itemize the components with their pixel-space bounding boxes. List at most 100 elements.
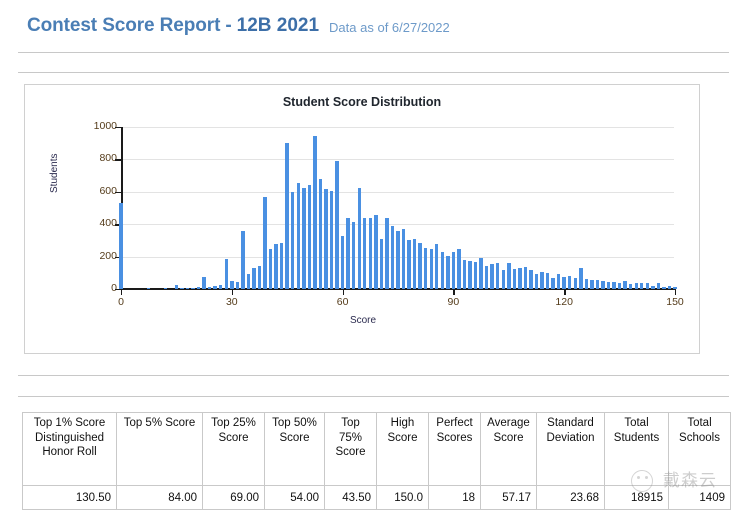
histogram-bar: [551, 277, 555, 289]
histogram-bar: [601, 280, 605, 289]
histogram-bar: [484, 265, 489, 289]
histogram-bar: [507, 263, 511, 289]
x-tick-mark: [675, 289, 677, 295]
histogram-bar: [302, 187, 306, 289]
histogram-bar: [174, 285, 179, 289]
histogram-bar: [501, 269, 505, 289]
y-tick-label: 800: [99, 152, 117, 165]
histogram-bar: [651, 285, 655, 289]
table-column-header: Top 50% Score: [264, 412, 325, 486]
histogram-bar: [357, 187, 361, 289]
histogram-bar: [252, 267, 256, 289]
histogram-bar: [512, 268, 517, 289]
x-tick-mark: [231, 289, 234, 295]
histogram-bar: [257, 265, 262, 289]
histogram-bar: [667, 286, 672, 289]
histogram-bar: [219, 284, 223, 289]
histogram-bar: [440, 251, 445, 289]
histogram-bar: [412, 238, 417, 289]
histogram-bar: [396, 230, 400, 289]
histogram-bar: [556, 273, 561, 289]
histogram-bar: [318, 178, 323, 289]
table-cell: 84.00: [116, 485, 203, 510]
histogram-bar: [368, 217, 372, 289]
x-tick-label: 120: [555, 296, 573, 308]
table-column-header: Total Schools: [668, 412, 731, 486]
table-cell: 57.17: [480, 485, 537, 510]
table-column-header: Top 1% Score Distinguished Honor Roll: [22, 412, 117, 486]
histogram-bar: [623, 280, 627, 289]
y-tick-label: 400: [99, 217, 117, 230]
histogram-bar: [329, 191, 334, 289]
histogram-bar: [351, 221, 356, 289]
y-tick-label: 1000: [93, 120, 117, 132]
table-row: 130.50 84.00 69.00 54.00 43.50 150.0 18 57.17 23…: [22, 485, 731, 510]
y-axis-label: Students: [49, 153, 60, 193]
table-cell: 1409: [668, 485, 731, 510]
histogram-bar: [496, 263, 500, 289]
histogram-bar: [645, 283, 649, 289]
table-cell: 18915: [604, 485, 669, 510]
table-cell: 150.0: [376, 485, 429, 510]
histogram-bar: [185, 287, 190, 289]
x-tick-mark: [453, 289, 455, 295]
contest-name: 12B 2021: [236, 15, 320, 36]
divider-below-header: [18, 72, 729, 73]
histogram-bar: [274, 243, 278, 289]
histogram-bar: [479, 258, 483, 289]
x-axis-label: Score: [349, 315, 377, 326]
x-tick-label: 90: [447, 296, 460, 308]
histogram-bar: [374, 215, 378, 289]
table-column-header: Average Score: [480, 412, 537, 486]
histogram-bar: [163, 288, 168, 289]
histogram-bar: [285, 143, 289, 289]
histogram-bar: [634, 283, 638, 289]
histogram-bars: [119, 127, 677, 289]
histogram-bar: [656, 283, 661, 289]
y-tick-label: 600: [99, 184, 117, 197]
histogram-bar: [579, 267, 583, 289]
data-as-of-label: Data as of 6/27/2022: [329, 20, 450, 35]
x-tick-label: 30: [225, 296, 238, 308]
x-tick-label: 150: [666, 296, 684, 308]
histogram-bar: [379, 238, 384, 289]
chart-panel: Student Score Distribution Students 0 200…: [24, 84, 700, 354]
title-separator: -: [225, 15, 232, 36]
histogram-bar: [196, 287, 201, 289]
table-cell: 43.50: [324, 485, 377, 510]
histogram-bar: [534, 274, 539, 289]
page-header: Contest Score Report - 12B 2021 Data as …: [0, 0, 747, 52]
histogram-bar: [296, 182, 300, 289]
histogram-bar: [279, 242, 284, 289]
histogram-bar: [385, 217, 389, 289]
histogram-bar: [390, 225, 395, 289]
histogram-bar: [230, 280, 234, 289]
histogram-bar: [595, 280, 600, 289]
table-column-header: Standard Deviation: [536, 412, 605, 486]
histogram-bar: [363, 217, 367, 289]
x-tick-label: 0: [118, 296, 124, 308]
histogram-bar: [473, 262, 478, 289]
divider-above-table: [18, 396, 729, 397]
histogram-bar: [263, 196, 267, 289]
histogram-bar: [562, 276, 566, 289]
histogram-bar: [446, 255, 450, 289]
histogram-bar: [119, 203, 123, 289]
plot-area: Students 0 200 400 600 800 1000 0 30 60 90 120 150…: [25, 85, 701, 355]
histogram-bar: [462, 259, 467, 289]
histogram-bar: [545, 272, 550, 289]
histogram-bar: [523, 267, 528, 289]
histogram-bar: [418, 242, 422, 289]
histogram-bar: [246, 273, 251, 289]
table-cell: 69.00: [202, 485, 265, 510]
table-column-header: Top 5% Score: [116, 412, 203, 486]
x-tick-mark: [564, 289, 566, 295]
histogram-bar: [640, 283, 644, 289]
histogram-bar: [291, 191, 295, 289]
histogram-bar: [313, 135, 317, 289]
divider-top: [18, 52, 729, 53]
histogram-bar: [612, 281, 616, 289]
table-column-header: Total Students: [604, 412, 669, 486]
table-cell: 54.00: [264, 485, 325, 510]
histogram-bar: [224, 259, 228, 289]
